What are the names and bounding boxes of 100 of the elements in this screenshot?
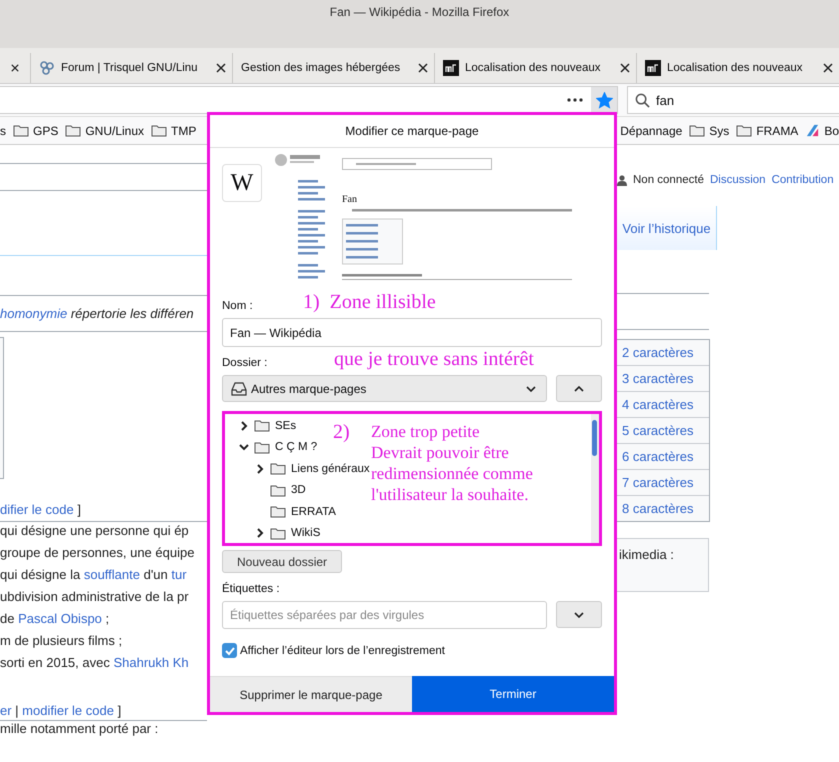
bookmark-item[interactable]: Dépannage (620, 124, 682, 138)
folder-icon (270, 526, 286, 540)
tags-field[interactable]: Étiquettes séparées par des virgules (222, 601, 547, 629)
browser-tab[interactable]: Gestion des images hébergées (233, 52, 435, 82)
paragraph-text: mille notamment porté par : (0, 721, 158, 736)
edit-link[interactable]: modifier le code (22, 703, 114, 718)
new-folder-button[interactable]: Nouveau dossier (222, 550, 342, 573)
list-item-text: ubdivision administrative de la pr (0, 589, 189, 604)
bookmark-star-button[interactable] (591, 87, 617, 113)
more-icon[interactable] (567, 98, 583, 102)
annotation-text: Zone trop petite (371, 422, 480, 441)
tab-favicon-icon (645, 60, 661, 76)
annotation-text: 1) Zone illisible (303, 291, 436, 313)
name-field[interactable]: Fan — Wikipédia (222, 318, 602, 347)
folder-name[interactable]: 3D (291, 484, 306, 496)
history-tab[interactable]: Voir l’historique (617, 206, 717, 250)
done-button[interactable]: Terminer (412, 676, 614, 712)
browser-tab[interactable]: Localisation des nouveaux (637, 52, 839, 82)
list-item-text: groupe de personnes, une équipe (0, 545, 194, 560)
chevron-up-icon (574, 386, 584, 392)
folder-icon (270, 505, 286, 518)
dialog-title: Modifier ce marque-page (345, 124, 479, 138)
bookmark-item[interactable]: FRAMA (736, 124, 798, 138)
list-item-text: m de plusieurs films ; (0, 633, 122, 648)
edit-code-link[interactable]: difier le code (0, 502, 74, 517)
info-box-text: ikimedia : (619, 547, 674, 562)
bookmark-item[interactable]: GPS (13, 124, 58, 138)
annotation-text: redimensionnée comme (371, 464, 533, 484)
list-item-text: sorti en 2015, avec Shahrukh Kh (0, 655, 189, 670)
close-icon[interactable] (418, 62, 428, 72)
user-status: Non connecté (633, 174, 704, 186)
close-icon[interactable] (216, 62, 226, 72)
edit-link[interactable]: er (0, 703, 12, 718)
browser-tab[interactable]: Localisation des nouveaux (435, 52, 637, 82)
disambiguation-link[interactable]: homonymie (0, 306, 68, 321)
folder-icon (270, 484, 286, 497)
edit-link-text: difier le code ] (0, 502, 81, 517)
folder-icon (254, 419, 270, 432)
bookmark-item[interactable]: Bo (805, 123, 839, 138)
folder-name[interactable]: Liens généraux (291, 462, 370, 475)
chevron-down-icon (526, 386, 536, 392)
folder-name[interactable]: SEs (275, 420, 296, 432)
folder-icon (270, 462, 286, 476)
bookmark-item[interactable]: s (0, 124, 6, 138)
remove-bookmark-button[interactable]: Supprimer le marque-page (210, 676, 412, 712)
bookmark-item[interactable]: GNU/Linux (65, 124, 144, 138)
bookmark-item[interactable]: TMP (151, 124, 196, 138)
article-title: Fan (342, 193, 358, 205)
list-item-text: de Pascal Obispo ; (0, 611, 110, 626)
tab-favicon-icon (443, 60, 459, 76)
folder-icon (151, 124, 168, 137)
folder-icon (13, 124, 29, 137)
article-link[interactable]: Pascal Obispo (18, 611, 102, 626)
table-cell[interactable]: 8 caractères (617, 496, 709, 521)
chevron-down-icon[interactable] (239, 442, 249, 452)
field-label: Dossier : (222, 356, 268, 370)
folder-icon (689, 124, 706, 137)
search-icon (635, 92, 650, 108)
field-label: Nom : (222, 299, 253, 313)
search-field[interactable]: fan (627, 86, 839, 114)
user-link[interactable]: Discussion (710, 174, 766, 186)
site-logo: W (222, 164, 262, 202)
user-link[interactable]: Contribution (772, 174, 834, 186)
window-title: Fan — Wikipédia - Mozilla Firefox (330, 5, 510, 20)
folder-name[interactable]: C Ç M ? (275, 441, 318, 454)
tab-favicon-icon (39, 60, 55, 76)
bookmark-item[interactable]: Sys (689, 124, 730, 138)
close-icon[interactable] (823, 62, 833, 72)
list-item-text: qui désigne une personne qui ép (0, 523, 189, 538)
checkbox-label[interactable]: Afficher l’éditeur lors de l’enregistrement (240, 644, 445, 656)
folder-dropdown[interactable]: Autres marque-pages (222, 375, 547, 402)
user-icon (617, 174, 627, 186)
annotation-text: l'utilisateur la souhaite. (371, 485, 528, 504)
hatnote-text: homonymie répertorie les différen (0, 306, 194, 321)
site-logo-icon (805, 123, 820, 138)
chevron-down-icon (574, 612, 584, 618)
address-bar[interactable] (0, 86, 618, 114)
close-icon[interactable] (620, 62, 630, 72)
article-link[interactable]: tur (171, 567, 187, 582)
edit-link-text: er | modifier le code ] (0, 703, 122, 718)
chevron-right-icon[interactable] (239, 420, 249, 431)
folder-icon (65, 124, 82, 137)
tray-icon (231, 382, 247, 396)
chevron-right-icon[interactable] (255, 464, 265, 474)
article-link[interactable]: Shahrukh Kh (113, 655, 189, 670)
field-label: Étiquettes : (222, 582, 280, 596)
annotation-text: 2) (333, 421, 350, 443)
scrollbar[interactable] (591, 414, 599, 543)
close-icon[interactable] (11, 62, 19, 72)
folder-icon (736, 124, 752, 137)
list-item-text: qui désigne la soufflante d'un tur (0, 567, 187, 582)
browser-tab[interactable]: Forum | Trisquel GNU/Linu (31, 52, 233, 82)
folder-name[interactable]: ERRATA (291, 506, 336, 518)
folder-icon (254, 440, 270, 454)
article-link[interactable]: soufflante (84, 567, 140, 582)
chevron-right-icon[interactable] (255, 528, 265, 538)
folder-name[interactable]: WikiS (291, 527, 320, 540)
checkbox[interactable] (222, 643, 237, 658)
annotation-text: Devrait pouvoir être (371, 443, 509, 462)
annotation-text: que je trouve sans intérêt (334, 348, 534, 370)
